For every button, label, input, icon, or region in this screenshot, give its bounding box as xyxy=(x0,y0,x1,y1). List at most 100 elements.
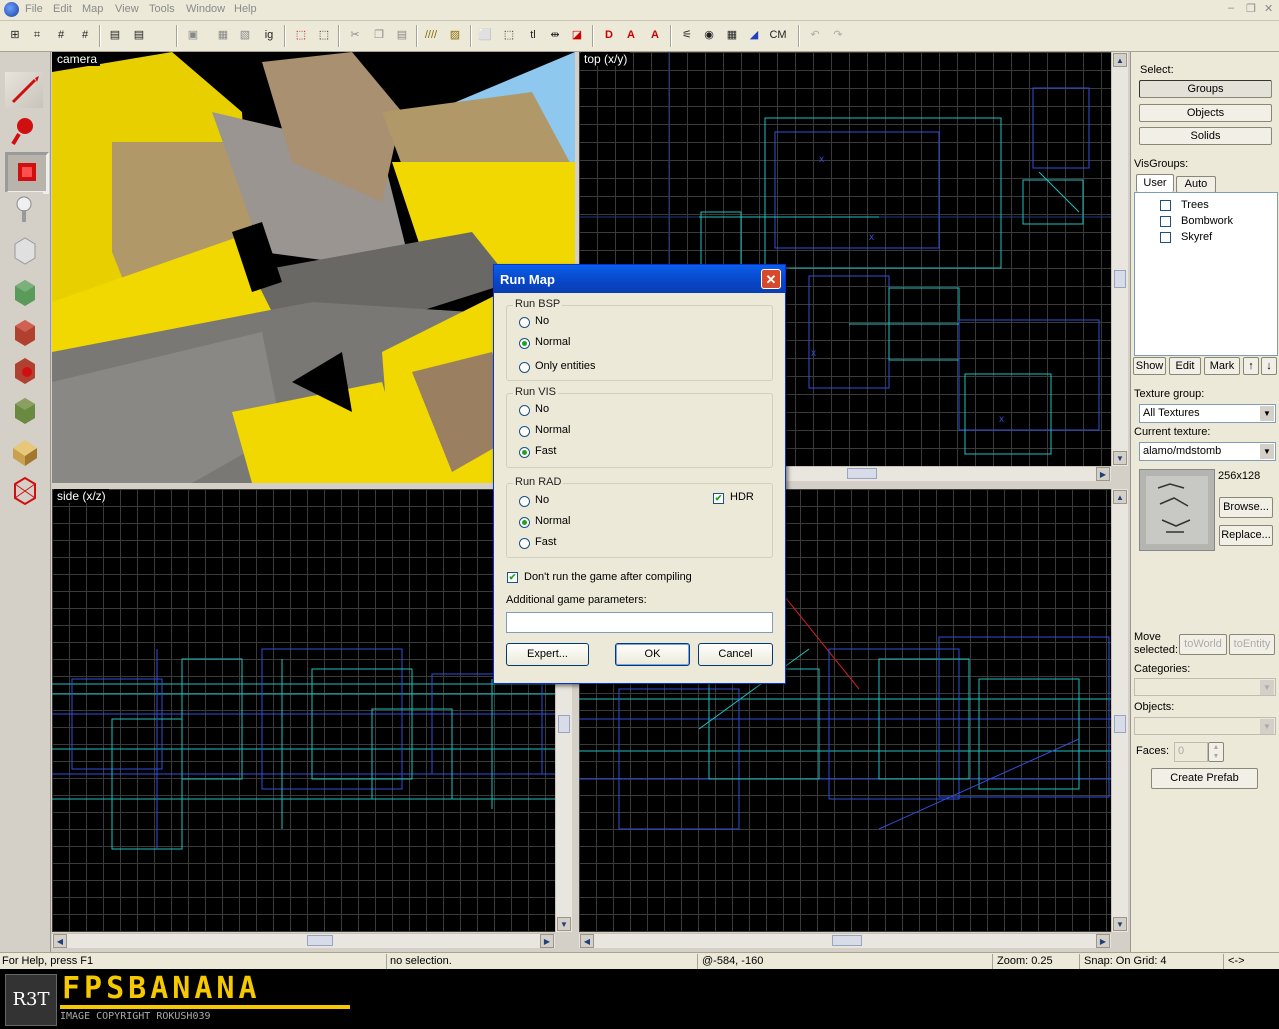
camera-tool-icon[interactable] xyxy=(5,152,49,194)
grid-smaller-icon[interactable]: # xyxy=(52,26,70,44)
scroll-right-icon[interactable]: ▶ xyxy=(1096,467,1110,481)
browse-button[interactable]: Browse... xyxy=(1219,497,1273,518)
front-viewport-hscroll[interactable]: ◀ ▶ xyxy=(579,933,1111,948)
select-objects-button[interactable]: Objects xyxy=(1139,104,1272,122)
top-viewport-vscroll[interactable]: ▲ ▼ xyxy=(1111,52,1128,466)
replace-button[interactable]: Replace... xyxy=(1219,525,1273,546)
bsp-only-entities-radio[interactable] xyxy=(519,362,530,373)
vis-fast-radio[interactable] xyxy=(519,447,530,458)
scroll-thumb[interactable] xyxy=(832,935,862,946)
visgroup-edit-button[interactable]: Edit xyxy=(1169,357,1201,375)
menu-window[interactable]: Window xyxy=(186,3,225,15)
dialog-titlebar[interactable]: Run Map ✕ xyxy=(494,265,785,293)
carve-icon[interactable]: ▣ xyxy=(184,26,202,44)
to-world-button[interactable]: toWorld xyxy=(1179,634,1227,655)
vis-no-radio[interactable] xyxy=(519,405,530,416)
compile-options-icon[interactable]: A xyxy=(646,26,664,44)
bsp-normal-radio[interactable] xyxy=(519,338,530,349)
texture-preview[interactable] xyxy=(1139,469,1215,551)
bsp-no-radio[interactable] xyxy=(519,317,530,328)
texture-lock-icon[interactable]: //// xyxy=(422,26,440,44)
paste-icon[interactable]: ▤ xyxy=(393,26,411,44)
entity-report-icon[interactable]: ◢ xyxy=(745,26,763,44)
scroll-up-icon[interactable]: ▲ xyxy=(1113,490,1127,504)
scroll-down-icon[interactable]: ▼ xyxy=(1113,917,1127,931)
globe-icon[interactable]: ◉ xyxy=(700,26,718,44)
faces-spinner[interactable]: ▲ ▼ xyxy=(1208,742,1224,762)
select-tool-icon[interactable]: ⬚ xyxy=(500,26,518,44)
front-viewport-vscroll[interactable]: ▲ ▼ xyxy=(1111,489,1128,932)
scroll-down-icon[interactable]: ▼ xyxy=(557,917,571,931)
move-up-icon[interactable]: ↑ xyxy=(1243,357,1259,375)
chevron-down-icon[interactable]: ▼ xyxy=(1260,680,1274,695)
chevron-down-icon[interactable]: ▼ xyxy=(1260,719,1274,734)
decal-tool-icon[interactable] xyxy=(5,352,43,388)
grid-snap-icon[interactable]: ⊞ xyxy=(6,26,24,44)
radius-culling-icon[interactable]: D xyxy=(600,26,618,44)
visgroup-mark-button[interactable]: Mark xyxy=(1204,357,1240,375)
ungroup-icon[interactable]: ▧ xyxy=(236,26,254,44)
3d-grid-smaller-icon[interactable]: ▤ xyxy=(130,26,148,44)
menu-map[interactable]: Map xyxy=(82,3,103,15)
list-item[interactable]: Skyref xyxy=(1143,231,1273,245)
scroll-left-icon[interactable]: ◀ xyxy=(53,934,67,948)
faces-field[interactable]: 0 xyxy=(1174,742,1208,762)
menu-tools[interactable]: Tools xyxy=(149,3,175,15)
ignore-groups-icon[interactable]: ig xyxy=(260,26,278,44)
chevron-down-icon[interactable]: ▼ xyxy=(1260,444,1274,459)
side-viewport-hscroll[interactable]: ◀ ▶ xyxy=(52,933,555,948)
texture-scale-lock-icon[interactable]: ▨ xyxy=(446,26,464,44)
select-box-icon[interactable]: ⬜ xyxy=(476,26,494,44)
scroll-right-icon[interactable]: ▶ xyxy=(540,934,554,948)
scroll-right-icon[interactable]: ▶ xyxy=(1096,934,1110,948)
selection-tool-icon[interactable] xyxy=(5,72,43,108)
list-item[interactable]: Trees xyxy=(1143,199,1273,213)
hide-selected-icon[interactable]: ⬚ xyxy=(292,26,310,44)
menu-edit[interactable]: Edit xyxy=(53,3,72,15)
hammer-globe-icon[interactable] xyxy=(4,2,19,17)
align-icon[interactable]: ◪ xyxy=(568,26,586,44)
visgroup-checkbox[interactable] xyxy=(1160,200,1171,211)
dont-run-checkbox[interactable]: ✔ xyxy=(507,572,518,583)
menu-file[interactable]: File xyxy=(25,3,43,15)
hdr-checkbox[interactable]: ✔ xyxy=(713,493,724,504)
scroll-left-icon[interactable]: ◀ xyxy=(580,934,594,948)
texture-group-select[interactable]: All Textures ▼ xyxy=(1139,404,1276,423)
tab-user[interactable]: User xyxy=(1136,174,1174,192)
scroll-up-icon[interactable]: ▲ xyxy=(1113,53,1127,67)
rad-fast-radio[interactable] xyxy=(519,538,530,549)
close-icon[interactable]: ✕ xyxy=(761,269,781,289)
visgroup-show-button[interactable]: Show xyxy=(1133,357,1166,375)
current-texture-select[interactable]: alamo/mdstomb ▼ xyxy=(1139,442,1276,461)
map-layers-icon[interactable]: ▦ xyxy=(723,26,741,44)
flip-icon[interactable]: ⇹ xyxy=(546,26,564,44)
to-entity-button[interactable]: toEntity xyxy=(1229,634,1275,655)
rad-no-radio[interactable] xyxy=(519,496,530,507)
texture-app-tool-icon[interactable] xyxy=(5,274,43,310)
group-icon[interactable]: ▦ xyxy=(214,26,232,44)
apply-texture-tool-icon[interactable] xyxy=(5,314,43,350)
move-down-icon[interactable]: ↓ xyxy=(1261,357,1277,375)
expert-button[interactable]: Expert... xyxy=(506,643,589,666)
overlay-tool-icon[interactable] xyxy=(5,392,43,428)
hide-unselected-icon[interactable]: ⬚ xyxy=(315,26,333,44)
rad-normal-radio[interactable] xyxy=(519,517,530,528)
select-groups-button[interactable]: Groups xyxy=(1139,80,1272,98)
scroll-thumb[interactable] xyxy=(307,935,333,946)
scroll-thumb[interactable] xyxy=(558,715,570,733)
cancel-button[interactable]: Cancel xyxy=(698,643,773,666)
restore-icon[interactable]: ❐ xyxy=(1246,2,1256,15)
cordon-icon[interactable]: ⚟ xyxy=(678,26,696,44)
copy-icon[interactable]: ❐ xyxy=(370,26,388,44)
categories-select[interactable]: ▼ xyxy=(1134,678,1276,696)
menu-view[interactable]: View xyxy=(115,3,139,15)
clipping-tool-icon[interactable] xyxy=(5,434,43,470)
tab-auto[interactable]: Auto xyxy=(1176,176,1216,193)
params-input[interactable] xyxy=(506,612,773,633)
cubemap-icon[interactable]: CM xyxy=(766,26,790,44)
ok-button[interactable]: OK xyxy=(615,643,690,666)
redo-icon[interactable]: ↷ xyxy=(829,26,847,44)
minimize-icon[interactable]: – xyxy=(1228,2,1234,14)
visgroup-checkbox[interactable] xyxy=(1160,216,1171,227)
tl-icon[interactable]: tl xyxy=(524,26,542,44)
